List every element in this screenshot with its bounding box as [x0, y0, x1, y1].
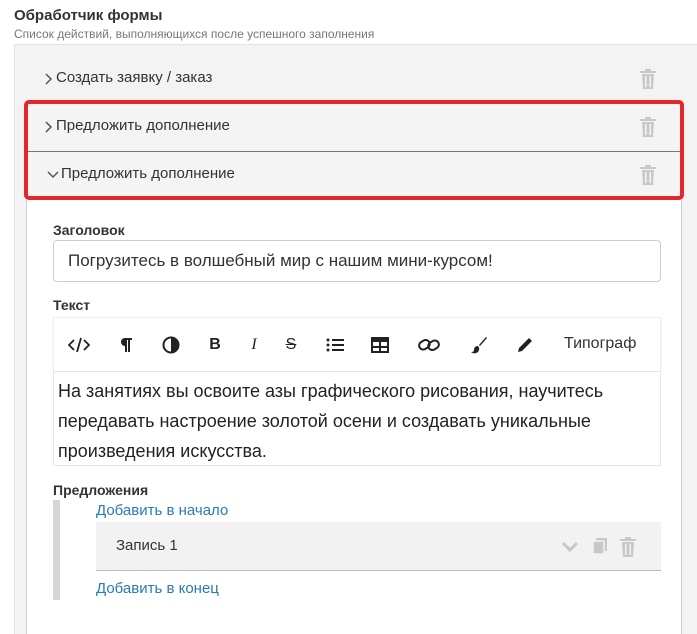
section-title: Обработчик формы: [14, 7, 163, 24]
trash-icon[interactable]: [638, 68, 658, 90]
add-to-end-link[interactable]: Добавить в конец: [96, 580, 219, 597]
paragraph-icon[interactable]: [113, 333, 139, 357]
list-icon[interactable]: [322, 333, 348, 357]
link-icon[interactable]: [416, 333, 442, 357]
copy-icon[interactable]: [590, 536, 610, 556]
strikethrough-icon[interactable]: S: [278, 333, 304, 357]
highlight-box: [24, 100, 684, 200]
chevron-right-icon[interactable]: [44, 72, 56, 88]
record-label: Запись 1: [116, 537, 178, 554]
section-subtitle: Список действий, выполняющихся после усп…: [14, 27, 375, 41]
typograf-button[interactable]: Типограф: [564, 335, 636, 353]
chevron-down-icon[interactable]: [560, 536, 580, 556]
add-to-start-link[interactable]: Добавить в начало: [96, 502, 228, 519]
italic-icon[interactable]: I: [241, 333, 267, 357]
editor-toolbar: B I S Типограф: [53, 317, 661, 371]
action-row-create-order[interactable]: Создать заявку / заказ: [26, 56, 682, 104]
action-label: Создать заявку / заказ: [56, 69, 213, 86]
offers-indent-bar: [53, 500, 60, 600]
table-icon[interactable]: [367, 333, 393, 357]
trash-icon[interactable]: [618, 536, 638, 557]
title-input[interactable]: Погрузитесь в волшебный мир с нашим мини…: [53, 240, 661, 282]
bold-icon[interactable]: B: [202, 333, 228, 357]
text-label: Текст: [53, 297, 91, 313]
title-label: Заголовок: [53, 222, 125, 238]
pencil-icon[interactable]: [512, 333, 538, 357]
offers-label: Предложения: [53, 482, 149, 498]
text-editor-content[interactable]: На занятиях вы освоите азы графического …: [53, 371, 661, 466]
brush-icon[interactable]: [466, 333, 492, 357]
contrast-icon[interactable]: [158, 333, 184, 357]
code-icon[interactable]: [66, 333, 92, 357]
offer-record-row[interactable]: Запись 1: [96, 522, 661, 571]
